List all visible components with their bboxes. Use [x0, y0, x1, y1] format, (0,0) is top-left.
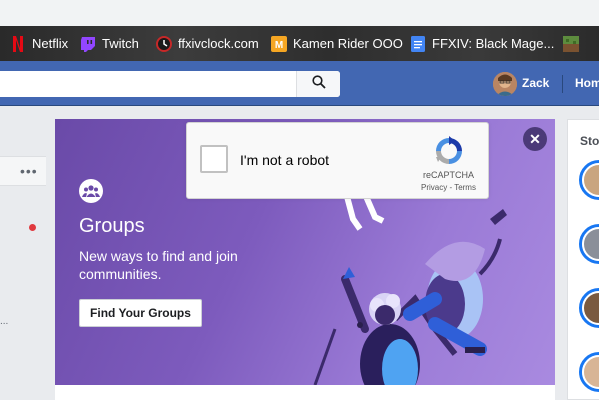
docs-icon [410, 35, 426, 52]
search-input[interactable] [0, 71, 340, 97]
bookmark-netflix[interactable]: Netflix [10, 26, 68, 61]
stories-panel: Sto [567, 119, 599, 400]
bookmark-label: Kamen Rider OOO [293, 36, 403, 51]
recaptcha-widget: I'm not a robot reCAPTCHA Privacy - Term… [186, 122, 489, 199]
bookmark-ffxiv-doc[interactable]: FFXIV: Black Mage... [410, 26, 554, 61]
promo-title: Groups [79, 215, 145, 237]
groups-illustration [313, 179, 507, 385]
bookmark-minecraft[interactable] [563, 26, 585, 61]
bookmark-kamen-rider[interactable]: M Kamen Rider OOO [271, 26, 403, 61]
ffxivclock-icon [156, 35, 172, 52]
composer-card: ••• [0, 156, 46, 186]
story-avatar[interactable] [579, 224, 599, 264]
recaptcha-links[interactable]: Privacy - Terms [421, 183, 476, 192]
bookmark-label: ffxivclock.com [178, 36, 259, 51]
bookmark-label: FFXIV: Black Mage... [432, 36, 555, 51]
find-your-groups-button[interactable]: Find Your Groups [79, 299, 202, 327]
minecraft-icon [563, 35, 579, 52]
search-button[interactable] [296, 71, 340, 97]
promo-footer [55, 385, 555, 400]
stories-title: Sto [580, 134, 599, 148]
browser-tab-strip [0, 0, 599, 26]
twitch-icon [80, 36, 96, 52]
header-divider [562, 75, 563, 93]
close-icon[interactable]: ✕ [523, 127, 547, 151]
profile-link[interactable]: Zack [522, 76, 549, 90]
recaptcha-label: I'm not a robot [240, 152, 330, 168]
story-avatar[interactable] [579, 160, 599, 200]
bookmark-label: Twitch [102, 36, 139, 51]
home-link[interactable]: Hom [575, 76, 599, 90]
promo-subtitle: New ways to find and join communities. [79, 248, 238, 282]
recaptcha-brand: reCAPTCHA [423, 170, 475, 180]
avatar[interactable] [493, 72, 517, 96]
svg-text:M: M [275, 40, 283, 51]
bookmark-label: Netflix [32, 36, 69, 51]
ellipsis-icon: ... [0, 316, 9, 327]
search-icon [311, 74, 326, 94]
bookmarks-bar: Netflix Twitch ffxivclock.com M Kamen Ri… [0, 26, 599, 61]
netflix-icon [10, 35, 26, 52]
more-options-icon[interactable]: ••• [20, 163, 38, 179]
bookmark-twitch[interactable]: Twitch [80, 26, 139, 61]
notification-dot [29, 224, 36, 231]
recaptcha-icon [436, 136, 462, 164]
story-avatar[interactable] [579, 352, 599, 392]
story-avatar[interactable] [579, 288, 599, 328]
bookmark-ffxivclock[interactable]: ffxivclock.com [156, 26, 259, 61]
groups-icon [79, 179, 103, 203]
kamen-rider-icon: M [271, 35, 287, 52]
recaptcha-checkbox[interactable] [200, 145, 228, 173]
facebook-header: Zack Hom [0, 61, 599, 106]
left-column: ••• ... [0, 106, 46, 400]
